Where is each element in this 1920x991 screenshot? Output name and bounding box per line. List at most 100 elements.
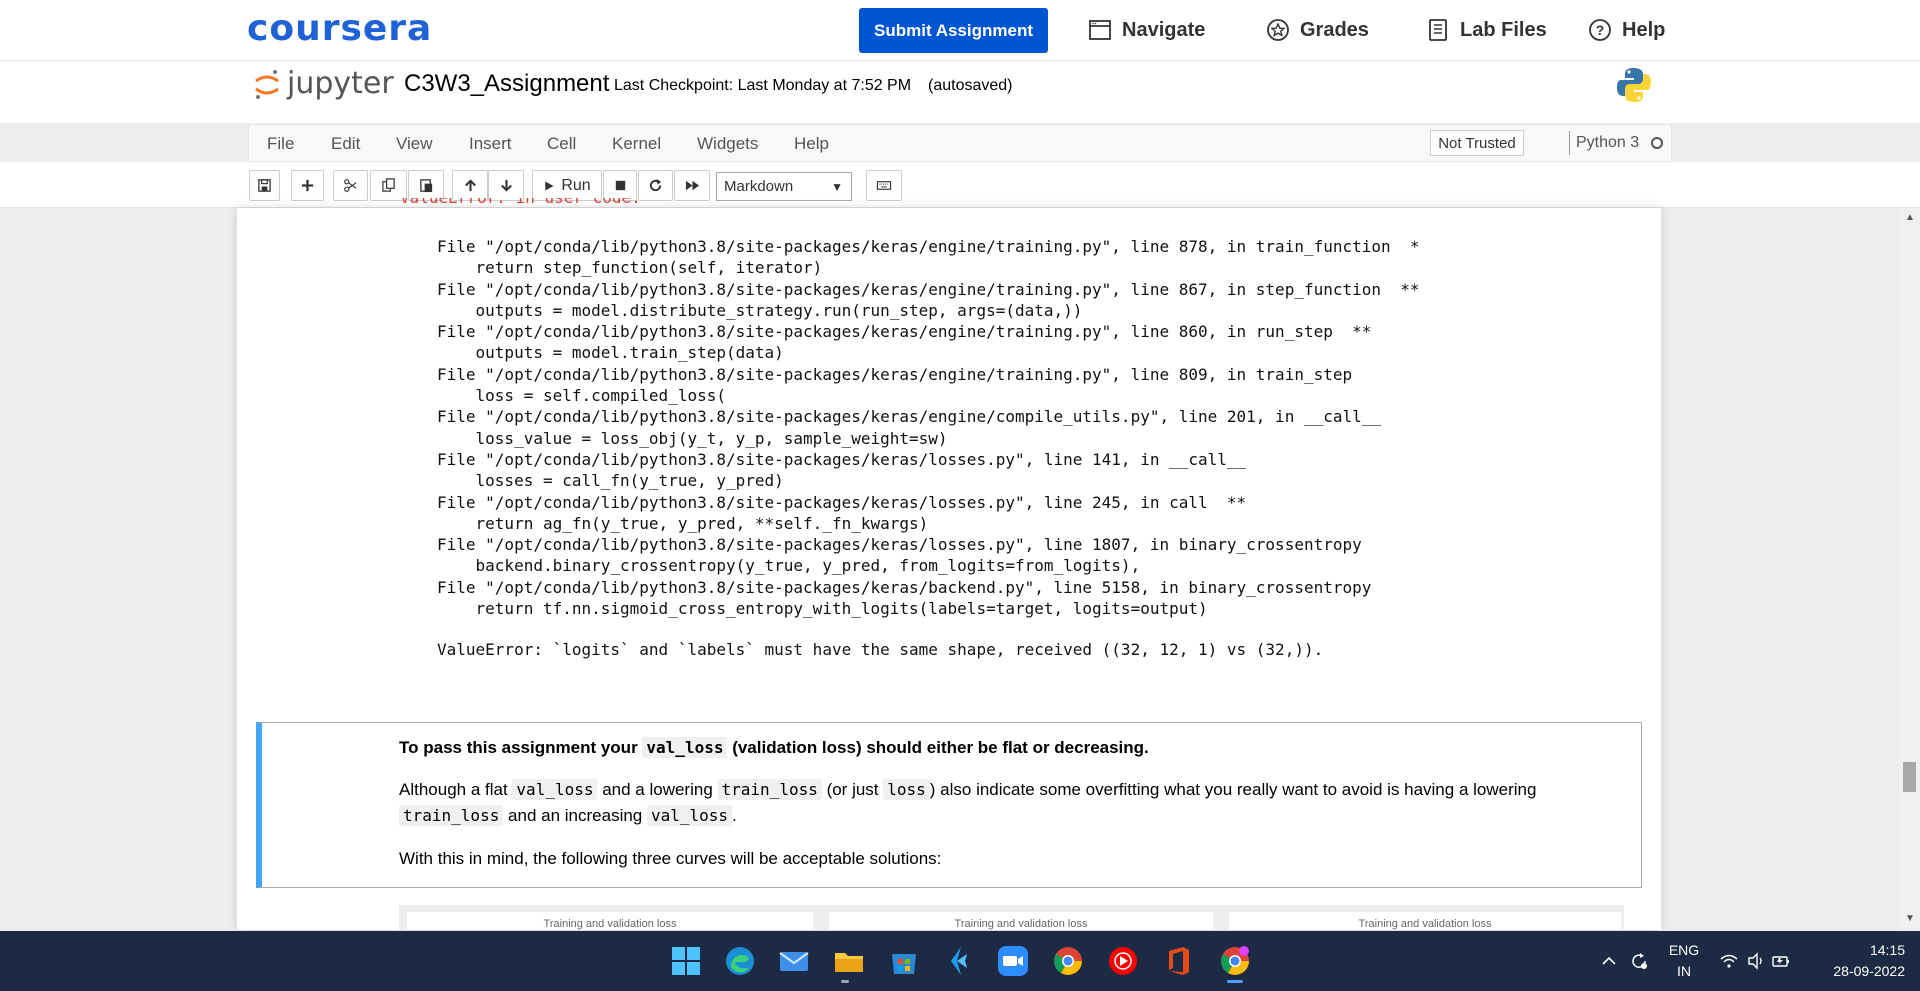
paste-button[interactable] [408, 170, 444, 201]
loss-curve-image-2: Training and validation loss [829, 912, 1213, 930]
copy-icon [382, 178, 395, 192]
lab-files-button[interactable]: Lab Files [1426, 16, 1547, 44]
traceback-line: outputs = model.distribute_strategy.run(… [437, 300, 1083, 320]
coursera-header: coursera Submit Assignment Navigate Grad… [0, 0, 1920, 61]
submit-assignment-button[interactable]: Submit Assignment [859, 8, 1048, 53]
interrupt-kernel-button[interactable] [603, 170, 637, 201]
star-badge-icon [1267, 19, 1289, 41]
sync-icon[interactable] [1629, 951, 1649, 971]
kernel-name[interactable]: Python 3 [1576, 134, 1639, 152]
battery-icon[interactable] [1771, 951, 1791, 971]
wifi-icon[interactable] [1719, 951, 1739, 971]
run-button[interactable]: Run [532, 170, 602, 201]
cut-button[interactable] [333, 170, 368, 201]
markdown-paragraph-3: With this in mind, the following three c… [399, 849, 942, 868]
menu-widgets[interactable]: Widgets [697, 134, 758, 154]
traceback-line: return ag_fn(y_true, y_pred, **self._fn_… [437, 513, 929, 533]
fast-forward-icon [685, 180, 699, 191]
question-icon: ? [1589, 19, 1611, 41]
python-logo-icon [1617, 68, 1651, 102]
chrome-icon[interactable] [1051, 944, 1085, 978]
windows-start-icon[interactable] [669, 944, 703, 978]
clock-date[interactable]: 28-09-2022 [1815, 963, 1905, 979]
menu-kernel[interactable]: Kernel [612, 134, 661, 154]
run-label: Run [561, 176, 591, 194]
jupyter-icon [255, 69, 279, 99]
traceback-line: loss_value = loss_obj(y_t, y_p, sample_w… [437, 428, 948, 448]
clock-time[interactable]: 14:15 [1815, 942, 1905, 958]
microsoft-store-icon[interactable] [887, 944, 921, 978]
vscode-like-app-icon[interactable] [941, 944, 975, 978]
traceback-line: File "/opt/conda/lib/python3.8/site-pack… [437, 449, 1247, 469]
jupyter-logo[interactable]: jupyter [253, 66, 394, 101]
markdown-paragraph-1: To pass this assignment your val_loss (v… [399, 737, 1149, 758]
help-label: Help [1622, 18, 1666, 41]
svg-text:?: ? [1596, 22, 1605, 38]
scroll-up-arrow-icon[interactable]: ▲ [1903, 212, 1917, 226]
loss-curve-image-3: Training and validation loss [1229, 912, 1621, 930]
final-error-message: ValueError: `logits` and `labels` must h… [437, 640, 1324, 659]
command-palette-button[interactable] [866, 170, 902, 201]
save-button[interactable] [249, 170, 280, 201]
window-icon [1089, 20, 1111, 40]
chrome-profile-icon[interactable] [1218, 944, 1252, 978]
traceback-line: losses = call_fn(y_true, y_pred) [437, 471, 784, 491]
traceback-line: return tf.nn.sigmoid_cross_entropy_with_… [437, 599, 1208, 619]
chrome-active-indicator [1227, 980, 1243, 983]
traceback-line: File "/opt/conda/lib/python3.8/site-pack… [437, 322, 1372, 342]
grades-button[interactable]: Grades [1266, 16, 1369, 44]
traceback-line: File "/opt/conda/lib/python3.8/site-pack… [437, 577, 1372, 597]
move-up-button[interactable] [452, 170, 488, 201]
edge-browser-icon[interactable] [723, 944, 757, 978]
notebook-title[interactable]: C3W3_Assignment [404, 70, 609, 98]
trust-status-button[interactable]: Not Trusted [1430, 130, 1524, 156]
youtube-music-icon[interactable] [1106, 944, 1140, 978]
menu-cell[interactable]: Cell [547, 134, 576, 154]
restart-run-all-button[interactable] [674, 170, 710, 201]
paste-icon [419, 179, 432, 193]
restart-icon [649, 178, 662, 192]
arrow-down-icon [500, 179, 512, 192]
language-code[interactable]: ENG [1668, 942, 1700, 958]
menu-insert[interactable]: Insert [469, 134, 512, 154]
move-down-button[interactable] [488, 170, 524, 201]
zoom-icon[interactable] [996, 944, 1030, 978]
document-icon [1429, 19, 1447, 41]
traceback-line: backend.binary_crossentropy(y_true, y_pr… [437, 556, 1141, 576]
speaker-icon[interactable] [1746, 951, 1766, 971]
help-button[interactable]: ? Help [1588, 16, 1665, 44]
toolbar [0, 162, 1920, 208]
navigate-label: Navigate [1122, 18, 1206, 41]
insert-cell-button[interactable] [291, 170, 324, 201]
traceback-line: outputs = model.train_step(data) [437, 343, 784, 363]
scrollbar-thumb[interactable] [1903, 762, 1916, 792]
chevron-up-icon[interactable] [1599, 951, 1619, 971]
cell-type-select[interactable]: Markdown ▼ [716, 172, 852, 201]
explorer-open-indicator [841, 980, 849, 983]
office-icon[interactable] [1161, 944, 1195, 978]
scissors-icon [344, 179, 357, 192]
menu-file[interactable]: File [267, 134, 294, 154]
scroll-down-arrow-icon[interactable]: ▼ [1903, 913, 1917, 927]
navigate-button[interactable]: Navigate [1088, 16, 1205, 44]
traceback-line: File "/opt/conda/lib/python3.8/site-pack… [437, 535, 1362, 555]
traceback-output: File "/opt/conda/lib/python3.8/site-pack… [437, 236, 1420, 619]
language-region[interactable]: IN [1668, 963, 1700, 979]
lab-files-label: Lab Files [1460, 18, 1547, 41]
page-scrollbar[interactable] [1900, 208, 1920, 930]
file-explorer-icon[interactable] [832, 944, 866, 978]
copy-button[interactable] [370, 170, 407, 201]
cell-type-value: Markdown [724, 178, 794, 195]
kernel-divider [1569, 131, 1570, 155]
traceback-line: File "/opt/conda/lib/python3.8/site-pack… [437, 279, 1420, 299]
menu-edit[interactable]: Edit [331, 134, 360, 154]
traceback-line: File "/opt/conda/lib/python3.8/site-pack… [437, 492, 1247, 512]
menu-view[interactable]: View [396, 134, 433, 154]
menu-help[interactable]: Help [794, 134, 829, 154]
stop-icon [615, 180, 625, 191]
restart-kernel-button[interactable] [638, 170, 673, 201]
mail-icon[interactable] [777, 944, 811, 978]
last-checkpoint: Last Checkpoint: Last Monday at 7:52 PM [614, 77, 912, 94]
loss-curve-image-1: Training and validation loss [407, 912, 813, 930]
coursera-logo[interactable]: coursera [247, 8, 432, 49]
